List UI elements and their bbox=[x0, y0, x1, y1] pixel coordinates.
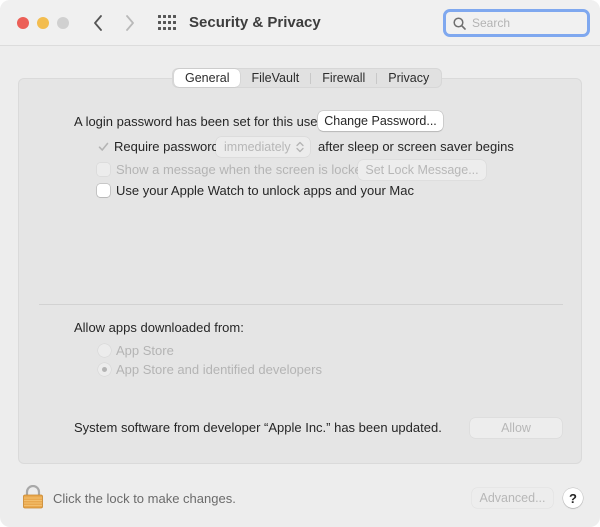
lock-button[interactable] bbox=[22, 484, 44, 509]
close-window-button[interactable] bbox=[17, 17, 29, 29]
apple-watch-checkbox[interactable] bbox=[97, 184, 110, 197]
checkmark-icon bbox=[98, 142, 109, 151]
minimize-window-button[interactable] bbox=[37, 17, 49, 29]
require-password-checkbox[interactable] bbox=[97, 140, 110, 153]
search-input[interactable] bbox=[472, 16, 582, 30]
show-message-label: Show a message when the screen is locked bbox=[116, 162, 369, 177]
radio-app-store-label: App Store bbox=[116, 343, 174, 358]
tab-firewall[interactable]: Firewall bbox=[311, 69, 376, 87]
set-lock-message-button[interactable]: Set Lock Message... bbox=[358, 160, 486, 180]
require-password-suffix: after sleep or screen saver begins bbox=[318, 139, 514, 154]
chevron-left-icon bbox=[94, 15, 102, 31]
window-title: Security & Privacy bbox=[189, 14, 321, 31]
require-password-label: Require password bbox=[114, 139, 219, 154]
show-all-button[interactable] bbox=[158, 15, 176, 31]
radio-app-store-identified-label: App Store and identified developers bbox=[116, 362, 322, 377]
radio-app-store-identified-developers[interactable] bbox=[98, 363, 111, 376]
section-divider bbox=[39, 304, 563, 305]
tab-bar: General FileVault Firewall Privacy bbox=[172, 68, 443, 88]
tab-general[interactable]: General bbox=[174, 69, 241, 87]
forward-button[interactable] bbox=[120, 12, 140, 34]
require-password-delay-popup[interactable]: immediately bbox=[216, 137, 310, 157]
search-field[interactable] bbox=[443, 9, 590, 37]
apple-watch-label: Use your Apple Watch to unlock apps and … bbox=[116, 183, 414, 198]
system-software-text: System software from developer “Apple In… bbox=[74, 420, 442, 435]
tab-filevault[interactable]: FileVault bbox=[240, 69, 310, 87]
title-bar: Security & Privacy bbox=[0, 0, 600, 46]
padlock-icon bbox=[23, 484, 43, 509]
search-icon bbox=[453, 16, 466, 30]
security-privacy-window: Security & Privacy General FileVault Fir… bbox=[0, 0, 600, 527]
chevron-right-icon bbox=[126, 15, 134, 31]
allow-button[interactable]: Allow bbox=[470, 418, 562, 438]
back-button[interactable] bbox=[88, 12, 108, 34]
radio-selected-dot bbox=[102, 367, 107, 372]
advanced-button[interactable]: Advanced... bbox=[472, 488, 553, 508]
up-down-chevron-icon bbox=[296, 141, 304, 153]
radio-app-store[interactable] bbox=[98, 344, 111, 357]
general-panel: A login password has been set for this u… bbox=[18, 78, 582, 464]
lock-hint-text: Click the lock to make changes. bbox=[53, 491, 236, 506]
zoom-window-button[interactable] bbox=[57, 17, 69, 29]
delay-value: immediately bbox=[224, 140, 291, 154]
allow-apps-heading: Allow apps downloaded from: bbox=[74, 320, 244, 335]
change-password-button[interactable]: Change Password... bbox=[318, 111, 443, 131]
help-button[interactable]: ? bbox=[563, 488, 583, 508]
login-password-text: A login password has been set for this u… bbox=[74, 114, 322, 129]
show-message-checkbox[interactable] bbox=[97, 163, 110, 176]
tab-privacy[interactable]: Privacy bbox=[377, 69, 440, 87]
